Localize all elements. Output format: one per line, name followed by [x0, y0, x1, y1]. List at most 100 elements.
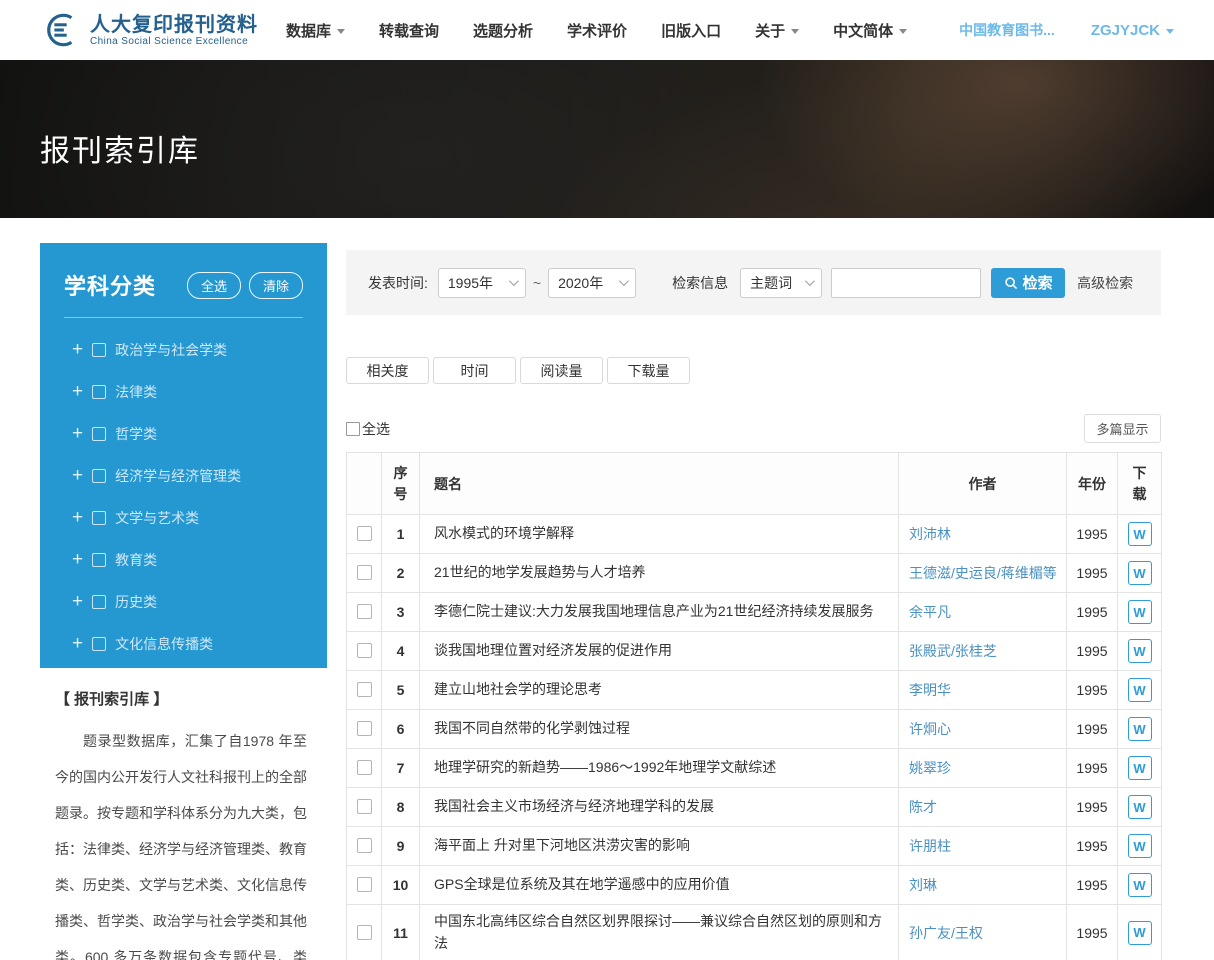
article-title-link[interactable]: 谈我国地理位置对经济发展的促进作用 [420, 632, 899, 671]
author-link[interactable]: 许朋柱 [909, 838, 951, 854]
advanced-search-link[interactable]: 高级检索 [1077, 273, 1133, 293]
nav-item[interactable]: 旧版入口 [661, 20, 721, 41]
row-checkbox[interactable] [357, 643, 372, 658]
sort-button[interactable]: 相关度 [346, 357, 429, 384]
sort-button[interactable]: 下载量 [607, 357, 690, 384]
download-w-button[interactable]: W [1128, 921, 1152, 945]
article-title-link[interactable]: 地理学研究的新趋势——1986～1992年地理学文献综述 [420, 749, 899, 788]
article-title-link[interactable]: 我国社会主义市场经济与经济地理学科的发展 [420, 788, 899, 827]
article-title-link[interactable]: GPS全球是位系统及其在地学遥感中的应用价值 [420, 866, 899, 905]
nav-item[interactable]: 转载查询 [379, 20, 439, 41]
year-from-select[interactable]: 1995年 [438, 268, 526, 298]
nav-item[interactable]: 关于 [755, 20, 799, 41]
category-item[interactable]: + 经济学与经济管理类 [72, 466, 303, 486]
select-all-button[interactable]: 全选 [187, 272, 241, 299]
row-checkbox[interactable] [357, 682, 372, 697]
expand-plus-icon[interactable]: + [72, 637, 83, 651]
library-link[interactable]: 中国教育图书... [959, 20, 1055, 40]
expand-plus-icon[interactable]: + [72, 553, 83, 567]
nav-item[interactable]: 学术评价 [567, 20, 627, 41]
download-w-button[interactable]: W [1128, 600, 1152, 624]
author-link[interactable]: 王德滋/史运良/蒋维楣等 [909, 565, 1057, 581]
author-link[interactable]: 刘沛林 [909, 526, 951, 542]
article-title-link[interactable]: 我国不同自然带的化学剥蚀过程 [420, 710, 899, 749]
category-checkbox[interactable] [92, 595, 106, 609]
category-checkbox[interactable] [92, 385, 106, 399]
expand-plus-icon[interactable]: + [72, 511, 83, 525]
article-title-link[interactable]: 建立山地社会学的理论思考 [420, 671, 899, 710]
category-item[interactable]: + 政治学与社会学类 [72, 340, 303, 360]
search-input[interactable] [831, 268, 981, 298]
nav-item[interactable]: 中文简体 [833, 20, 907, 41]
author-link[interactable]: 姚翠珍 [909, 760, 951, 776]
category-checkbox[interactable] [92, 511, 106, 525]
article-title-link[interactable]: 李德仁院士建议:大力发展我国地理信息产业为21世纪经济持续发展服务 [420, 593, 899, 632]
publish-time-label: 发表时间: [368, 273, 428, 293]
divider [64, 317, 303, 318]
author-link[interactable]: 张殿武/张桂芝 [909, 643, 997, 659]
expand-plus-icon[interactable]: + [72, 469, 83, 483]
category-item[interactable]: + 文化信息传播类 [72, 634, 303, 654]
brand-logo[interactable]: 人大复印报刊资料 China Social Science Excellence [40, 12, 258, 48]
author-link[interactable]: 许炯心 [909, 721, 951, 737]
row-index: 6 [382, 710, 420, 749]
category-item[interactable]: + 法律类 [72, 382, 303, 402]
sort-button[interactable]: 阅读量 [520, 357, 603, 384]
search-button[interactable]: 检索 [991, 268, 1065, 298]
clear-button[interactable]: 清除 [249, 272, 303, 299]
row-checkbox[interactable] [357, 925, 372, 940]
author-link[interactable]: 陈才 [909, 799, 937, 815]
category-checkbox[interactable] [92, 343, 106, 357]
category-checkbox[interactable] [92, 553, 106, 567]
row-checkbox[interactable] [357, 838, 372, 853]
nav-item[interactable]: 数据库 [286, 20, 345, 41]
row-checkbox[interactable] [357, 760, 372, 775]
download-w-button[interactable]: W [1128, 561, 1152, 585]
row-checkbox[interactable] [357, 799, 372, 814]
multi-display-button[interactable]: 多篇显示 [1084, 414, 1161, 443]
category-item[interactable]: + 历史类 [72, 592, 303, 612]
nav-item-label: 关于 [755, 20, 785, 41]
category-checkbox[interactable] [92, 637, 106, 651]
expand-plus-icon[interactable]: + [72, 385, 83, 399]
row-checkbox[interactable] [357, 604, 372, 619]
article-title-link[interactable]: 中国东北高纬区综合自然区划界限探讨——兼议综合自然区划的原则和方法 [420, 905, 899, 960]
category-checkbox[interactable] [92, 427, 106, 441]
download-w-button[interactable]: W [1128, 678, 1152, 702]
nav-item[interactable]: 选题分析 [473, 20, 533, 41]
row-checkbox[interactable] [357, 877, 372, 892]
row-checkbox[interactable] [357, 526, 372, 541]
account-menu[interactable]: ZGJYJCK [1091, 22, 1174, 39]
expand-plus-icon[interactable]: + [72, 595, 83, 609]
chevron-down-icon [1166, 29, 1174, 34]
article-title-link[interactable]: 海平面上 升对里下河地区洪涝灾害的影响 [420, 827, 899, 866]
author-link[interactable]: 余平凡 [909, 604, 951, 620]
author-link[interactable]: 刘琳 [909, 877, 937, 893]
download-w-button[interactable]: W [1128, 795, 1152, 819]
select-all-checkbox-input[interactable] [346, 422, 360, 436]
download-w-button[interactable]: W [1128, 834, 1152, 858]
category-item[interactable]: + 哲学类 [72, 424, 303, 444]
download-w-button[interactable]: W [1128, 639, 1152, 663]
select-all-checkbox[interactable]: 全选 [346, 419, 390, 439]
author-link[interactable]: 李明华 [909, 682, 951, 698]
expand-plus-icon[interactable]: + [72, 427, 83, 441]
article-title-link[interactable]: 21世纪的地学发展趋势与人才培养 [420, 554, 899, 593]
author-link[interactable]: 孙广友/王权 [909, 925, 983, 941]
download-w-button[interactable]: W [1128, 756, 1152, 780]
expand-plus-icon[interactable]: + [72, 343, 83, 357]
download-w-button[interactable]: W [1128, 522, 1152, 546]
download-w-button[interactable]: W [1128, 717, 1152, 741]
year-to-select[interactable]: 2020年 [548, 268, 636, 298]
download-w-button[interactable]: W [1128, 873, 1152, 897]
row-index: 11 [382, 905, 420, 960]
category-checkbox[interactable] [92, 469, 106, 483]
field-type-select[interactable]: 主题词 [740, 268, 822, 298]
row-checkbox[interactable] [357, 565, 372, 580]
category-item[interactable]: + 教育类 [72, 550, 303, 570]
description-heading: 【 报刊索引库 】 [55, 688, 307, 709]
row-checkbox[interactable] [357, 721, 372, 736]
sort-button[interactable]: 时间 [433, 357, 516, 384]
article-title-link[interactable]: 风水模式的环境学解释 [420, 515, 899, 554]
category-item[interactable]: + 文学与艺术类 [72, 508, 303, 528]
